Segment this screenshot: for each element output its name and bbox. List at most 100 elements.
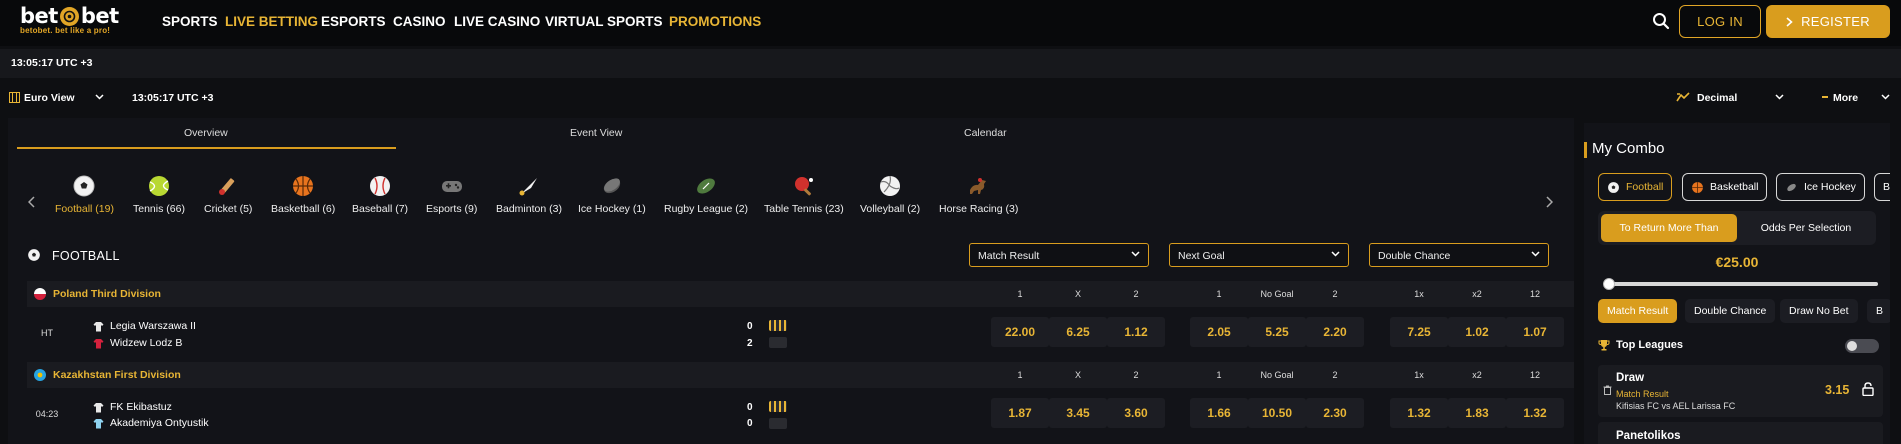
tab-calendar[interactable]: Calendar	[964, 127, 1007, 139]
login-button[interactable]: LOG IN	[1679, 5, 1761, 38]
logo-tagline: betobet. bet like a pro!	[20, 26, 111, 35]
euro-view-select[interactable]: Euro View	[24, 92, 75, 104]
chip-label: B	[1883, 181, 1890, 193]
odds-format-select[interactable]: Decimal	[1697, 92, 1737, 104]
odd-button[interactable]: 1.66	[1190, 398, 1248, 428]
top-leagues-toggle[interactable]	[1845, 339, 1879, 353]
stats-icon[interactable]	[769, 337, 787, 348]
select-value: Next Goal	[1178, 250, 1225, 262]
odd-button[interactable]: 3.45	[1049, 398, 1107, 428]
search-icon[interactable]	[1652, 12, 1670, 30]
odd-button[interactable]: 22.00	[991, 317, 1049, 347]
sport-rugby-league[interactable]: Rugby League (2)	[664, 174, 748, 215]
odd-button[interactable]: 1.32	[1506, 398, 1564, 428]
odd-button[interactable]: 2.20	[1306, 317, 1364, 347]
away-team: Akademiya Ontyustik	[93, 417, 209, 429]
market-select-double-chance[interactable]: Double Chance	[1369, 243, 1549, 267]
stats-icon[interactable]	[769, 401, 787, 412]
nav-casino[interactable]: CASINO	[393, 14, 446, 29]
football-icon	[1608, 181, 1619, 193]
sport-volleyball[interactable]: Volleyball (2)	[860, 174, 920, 215]
clock: 13:05:17 UTC +3	[11, 57, 93, 69]
odd-button[interactable]: 1.02	[1448, 317, 1506, 347]
chevron-down-icon[interactable]	[95, 94, 104, 100]
match-row[interactable]: HT Legia Warszawa II Widzew Lodz B 0 2 2…	[27, 312, 1574, 356]
sport-basketball[interactable]: Basketball (6)	[271, 174, 335, 215]
cricket-bat-icon	[219, 178, 235, 195]
away-team: Widzew Lodz B	[93, 337, 182, 349]
selection-odd: 3.15	[1825, 383, 1850, 397]
league-header[interactable]: Poland Third Division 1 X 2 1 No Goal 2 …	[27, 281, 1574, 307]
odd-button[interactable]: 1.32	[1390, 398, 1448, 428]
mode-to-return[interactable]: To Return More Than	[1601, 214, 1737, 242]
combo-chip-football[interactable]: Football	[1598, 173, 1673, 201]
odd-button[interactable]: 2.05	[1190, 317, 1248, 347]
mode-odds-per-selection[interactable]: Odds Per Selection	[1738, 214, 1874, 242]
register-button[interactable]: REGISTER	[1766, 5, 1890, 38]
combo-chip-basketball[interactable]: Basketball	[1682, 173, 1768, 201]
nav-live-betting[interactable]: LIVE BETTING	[225, 14, 318, 29]
sport-table-tennis[interactable]: Table Tennis (23)	[764, 174, 844, 215]
sport-cricket[interactable]: Cricket (5)	[204, 174, 252, 215]
sport-baseball[interactable]: Baseball (7)	[352, 174, 408, 215]
match-row[interactable]: 04:23 FK Ekibastuz Akademiya Ontyustik 0…	[27, 393, 1574, 437]
lock-icon[interactable]	[1862, 382, 1874, 396]
sport-label: Football (19)	[55, 203, 114, 215]
sports-carousel: Football (19) Tennis (66) Cricket (5) Ba…	[8, 162, 1574, 234]
amount-slider[interactable]	[1606, 282, 1878, 286]
market-pill-double-chance[interactable]: Double Chance	[1685, 299, 1776, 323]
odd-button[interactable]: 7.25	[1390, 317, 1448, 347]
market-header: x2	[1472, 370, 1482, 380]
odd-button[interactable]: 1.87	[991, 398, 1049, 428]
odd-button[interactable]: 10.50	[1248, 398, 1306, 428]
odd-button[interactable]: 1.12	[1107, 317, 1165, 347]
nav-esports[interactable]: ESPORTS	[321, 14, 386, 29]
sport-ice-hockey[interactable]: Ice Hockey (1)	[578, 174, 646, 215]
sport-football[interactable]: Football (19)	[55, 174, 114, 215]
trash-icon[interactable]	[1603, 385, 1612, 395]
nav-sports[interactable]: SPORTS	[162, 14, 218, 29]
odd-button[interactable]: 3.60	[1107, 398, 1165, 428]
jersey-icon	[93, 418, 104, 428]
market-select-next-goal[interactable]: Next Goal	[1169, 243, 1349, 267]
sport-label: Cricket (5)	[204, 203, 253, 215]
chevron-down-icon	[1131, 251, 1140, 257]
stats-icon[interactable]	[769, 418, 787, 429]
odd-button[interactable]: 2.30	[1306, 398, 1364, 428]
odd-button[interactable]: 1.07	[1506, 317, 1564, 347]
sport-label: Tennis (66)	[133, 203, 185, 215]
chevron-down-icon[interactable]	[1881, 94, 1890, 100]
league-name: Kazakhstan First Division	[53, 369, 181, 381]
sport-esports[interactable]: Esports (9)	[426, 174, 477, 215]
stats-icon[interactable]	[769, 320, 787, 331]
sport-horse-racing[interactable]: Horse Racing (3)	[939, 174, 1018, 215]
nav-virtual-sports[interactable]: VIRTUAL SPORTS	[545, 14, 663, 29]
market-header: 2	[1133, 370, 1139, 380]
more-menu[interactable]: More	[1833, 92, 1858, 104]
odd-button[interactable]: 5.25	[1248, 317, 1306, 347]
tab-event-view[interactable]: Event View	[570, 127, 622, 139]
odd-button[interactable]: 6.25	[1049, 317, 1107, 347]
market-header: 1	[1017, 289, 1023, 299]
tab-overview[interactable]: Overview	[184, 127, 228, 139]
logo[interactable]: bet bet betobet. bet like a pro!	[20, 4, 119, 35]
chevron-down-icon[interactable]	[1775, 94, 1784, 100]
sport-badminton[interactable]: Badminton (3)	[496, 174, 562, 215]
league-header[interactable]: Kazakhstan First Division 1 X 2 1 No Goa…	[27, 362, 1574, 388]
nav-promotions[interactable]: PROMOTIONS	[669, 14, 761, 29]
nav-live-casino[interactable]: LIVE CASINO	[454, 14, 540, 29]
market-header: 2	[1332, 370, 1338, 380]
sport-tennis[interactable]: Tennis (66)	[133, 174, 185, 215]
market-header: 12	[1529, 289, 1540, 299]
market-header: No Goal	[1260, 289, 1294, 299]
home-score: 0	[747, 402, 753, 413]
market-select-match-result[interactable]: Match Result	[969, 243, 1149, 267]
selection-event: Kifisias FC vs AEL Larissa FC	[1616, 401, 1736, 411]
market-pill-match-result[interactable]: Match Result	[1598, 299, 1678, 323]
market-pill-more[interactable]: B	[1867, 299, 1890, 323]
market-pill-draw-no-bet[interactable]: Draw No Bet	[1780, 299, 1858, 323]
odd-button[interactable]: 1.83	[1448, 398, 1506, 428]
combo-chip-ice-hockey[interactable]: Ice Hockey	[1776, 173, 1865, 201]
combo-chip-more[interactable]: B	[1874, 173, 1890, 201]
slider-handle[interactable]	[1603, 278, 1615, 290]
